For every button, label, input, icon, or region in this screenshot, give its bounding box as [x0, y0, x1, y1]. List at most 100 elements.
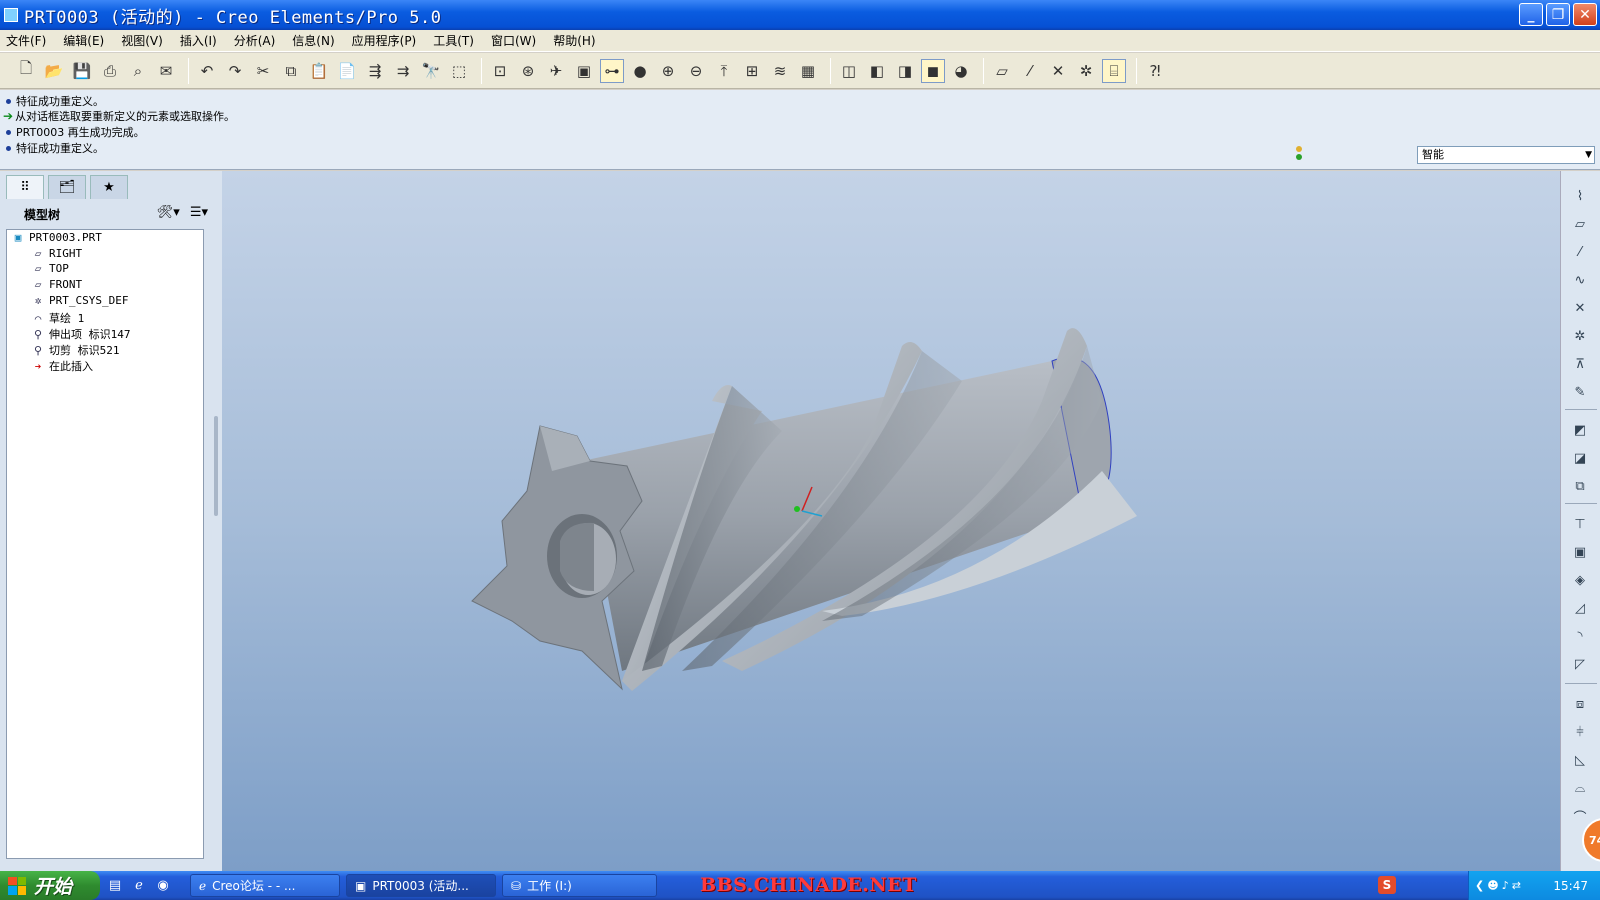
- mirror-icon[interactable]: ⫩: [1569, 721, 1591, 743]
- orient-icon[interactable]: ⊛: [516, 59, 540, 83]
- media-icon[interactable]: ◉: [154, 877, 172, 895]
- minimize-button[interactable]: _: [1519, 3, 1543, 26]
- menu-analysis[interactable]: 分析(A): [234, 32, 276, 49]
- analysis-tool-icon[interactable]: ⊼: [1569, 353, 1591, 375]
- menu-edit[interactable]: 编辑(E): [63, 32, 104, 49]
- selection-filter-dropdown[interactable]: 智能 ▼: [1417, 146, 1595, 164]
- named-views-icon[interactable]: ▣: [572, 59, 596, 83]
- zoom-in-icon[interactable]: ⊕: [656, 59, 680, 83]
- axis-tool-icon[interactable]: ⁄: [1569, 241, 1591, 263]
- tree-item[interactable]: ✲ PRT_CSYS_DEF: [31, 294, 129, 307]
- menu-view[interactable]: 视图(V): [121, 32, 163, 49]
- sketch-tool-icon[interactable]: ⌇: [1569, 185, 1591, 207]
- helical-cutter-model[interactable]: [471, 328, 1137, 691]
- regen-manager-icon[interactable]: ⇉: [391, 59, 415, 83]
- tree-item[interactable]: ▱ RIGHT: [31, 247, 82, 260]
- qq-icon[interactable]: ☻: [1487, 879, 1498, 892]
- shaded-icon[interactable]: ◼: [921, 58, 945, 83]
- desktop-icon[interactable]: ▤: [106, 877, 124, 895]
- datum-points-icon[interactable]: ✕: [1046, 59, 1070, 83]
- print-icon[interactable]: ⎙: [98, 59, 122, 83]
- pattern-icon[interactable]: ⧈: [1569, 693, 1591, 715]
- sweep-icon[interactable]: ⧉: [1569, 475, 1591, 497]
- edit-datum-icon[interactable]: ✎: [1569, 381, 1591, 403]
- menu-window[interactable]: 窗口(W): [491, 32, 536, 49]
- network-icon[interactable]: ⇄: [1512, 879, 1521, 892]
- task-creo[interactable]: ▣ PRT0003 (活动...: [346, 874, 496, 897]
- menu-insert[interactable]: 插入(I): [180, 32, 217, 49]
- task-browser[interactable]: ℯ Creo论坛 - - ...: [190, 874, 340, 897]
- restore-button[interactable]: ❐: [1546, 3, 1570, 26]
- tree-item[interactable]: ▱ TOP: [31, 262, 69, 275]
- print-preview-icon[interactable]: ⌕: [126, 59, 150, 83]
- point-tool-icon[interactable]: ✕: [1569, 297, 1591, 319]
- csys-tool-icon[interactable]: ✲: [1569, 325, 1591, 347]
- merge-icon[interactable]: ⌓: [1569, 777, 1591, 799]
- tree-item[interactable]: ⚲ 切剪 标识521: [31, 342, 120, 358]
- menu-tools[interactable]: 工具(T): [433, 32, 474, 49]
- trim-icon[interactable]: ◺: [1569, 749, 1591, 771]
- annotation-toggle-icon[interactable]: ⌸: [1102, 58, 1126, 83]
- model-tree-tab[interactable]: ⠿: [6, 175, 44, 199]
- undo-icon[interactable]: ↶: [195, 59, 219, 83]
- tree-item[interactable]: ⚲ 伸出项 标识147: [31, 326, 131, 342]
- appearance-icon[interactable]: ▦: [796, 59, 820, 83]
- start-button[interactable]: 开始: [0, 871, 100, 900]
- plane-tool-icon[interactable]: ▱: [1569, 213, 1591, 235]
- chamfer-icon[interactable]: ◸: [1569, 653, 1591, 675]
- cut-icon[interactable]: ✂: [251, 59, 275, 83]
- zoom-out-icon[interactable]: ⊖: [684, 59, 708, 83]
- extrude-icon[interactable]: ◩: [1569, 419, 1591, 441]
- datum-axes-icon[interactable]: ⁄: [1018, 59, 1042, 83]
- round-icon[interactable]: ◝: [1569, 625, 1591, 647]
- tree-item[interactable]: ▣ PRT0003.PRT: [11, 231, 102, 244]
- draft-icon[interactable]: ◿: [1569, 597, 1591, 619]
- select-box-icon[interactable]: ⬚: [447, 59, 471, 83]
- favorites-tab[interactable]: ★: [90, 175, 128, 199]
- menu-info[interactable]: 信息(N): [292, 32, 334, 49]
- rib-icon[interactable]: ◈: [1569, 569, 1591, 591]
- ie-icon[interactable]: ℯ: [130, 877, 148, 895]
- copy-icon[interactable]: ⧉: [279, 59, 303, 83]
- paste-icon[interactable]: 📋: [307, 59, 331, 83]
- shading-icon[interactable]: ●: [628, 59, 652, 83]
- hole-icon[interactable]: ⊤: [1569, 513, 1591, 535]
- csys-icon[interactable]: ✲: [1074, 59, 1098, 83]
- paste-special-icon[interactable]: 📄: [335, 59, 359, 83]
- refit-icon[interactable]: ⊡: [488, 59, 512, 83]
- saved-views-icon[interactable]: ⊞: [740, 59, 764, 83]
- open-folder-icon[interactable]: 📂: [42, 59, 66, 83]
- wireframe-icon[interactable]: ◫: [837, 59, 861, 83]
- tree-item[interactable]: ⌒ 草绘 1: [31, 310, 85, 326]
- curve-tool-icon[interactable]: ∿: [1569, 269, 1591, 291]
- menu-help[interactable]: 帮助(H): [553, 32, 595, 49]
- no-hidden-icon[interactable]: ◨: [893, 59, 917, 83]
- layer-tree-icon[interactable]: ⊶: [600, 58, 624, 83]
- tree-item[interactable]: ▱ FRONT: [31, 278, 82, 291]
- graphics-window[interactable]: [222, 171, 1560, 871]
- tree-settings-icon[interactable]: 🛠▾: [157, 205, 180, 220]
- folder-browser-tab[interactable]: 🗂: [48, 175, 86, 199]
- tree-columns-icon[interactable]: ☰▾: [190, 205, 208, 220]
- volume-icon[interactable]: ♪: [1502, 879, 1509, 892]
- close-button[interactable]: ✕: [1573, 3, 1597, 26]
- shell-icon[interactable]: ▣: [1569, 541, 1591, 563]
- new-file-icon[interactable]: 🗋: [14, 59, 38, 83]
- find-icon[interactable]: 🔭: [419, 59, 443, 83]
- ime-icon[interactable]: S: [1378, 876, 1396, 894]
- layers-icon[interactable]: ≋: [768, 59, 792, 83]
- revolve-icon[interactable]: ◪: [1569, 447, 1591, 469]
- hidden-line-icon[interactable]: ◧: [865, 59, 889, 83]
- context-help-icon[interactable]: ⁈: [1143, 59, 1167, 83]
- menu-file[interactable]: 文件(F): [6, 32, 46, 49]
- panel-splitter[interactable]: [212, 416, 220, 596]
- regenerate-icon[interactable]: ⇶: [363, 59, 387, 83]
- datum-planes-icon[interactable]: ▱: [990, 59, 1014, 83]
- reorient-icon[interactable]: ⤒: [712, 59, 736, 83]
- redo-icon[interactable]: ↷: [223, 59, 247, 83]
- task-explorer[interactable]: ⛁ 工作 (I:): [502, 874, 657, 897]
- save-icon[interactable]: 💾: [70, 59, 94, 83]
- tree-item[interactable]: ➔ 在此插入: [31, 358, 93, 374]
- send-mail-icon[interactable]: ✉: [154, 59, 178, 83]
- enhanced-realism-icon[interactable]: ◕: [949, 59, 973, 83]
